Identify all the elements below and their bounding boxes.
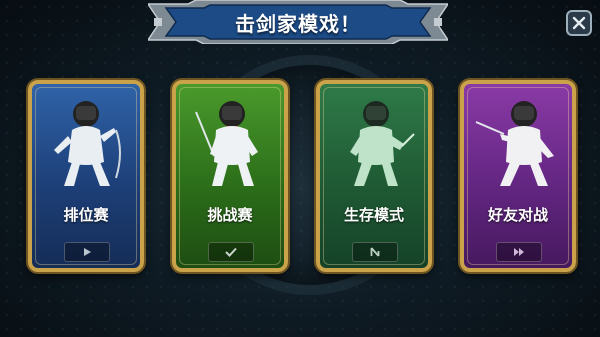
survival-icon — [370, 247, 380, 257]
check-icon — [225, 247, 237, 257]
mode-card-friend-battle[interactable]: 好友对战 — [460, 80, 576, 272]
close-icon — [572, 16, 586, 30]
mode-label: 生存模式 — [343, 207, 404, 224]
play-icon — [84, 248, 91, 256]
mode-card-ranked[interactable]: 排位赛 — [28, 80, 144, 272]
close-button[interactable] — [566, 10, 592, 36]
versus-icon — [514, 248, 524, 256]
fencer-illustration — [330, 92, 418, 192]
page-title: 击剑家模戏！ — [235, 14, 361, 36]
mode-label: 挑战赛 — [207, 207, 253, 224]
mode-start-button[interactable] — [496, 242, 542, 262]
mode-start-button[interactable] — [64, 242, 110, 262]
fencer-illustration — [186, 92, 274, 192]
mode-start-button[interactable] — [208, 242, 254, 262]
title-banner: 击剑家模戏！ — [148, 0, 448, 44]
mode-card-challenge[interactable]: 挑战赛 — [172, 80, 288, 272]
fencer-illustration — [42, 92, 130, 192]
fencer-illustration — [474, 92, 562, 192]
mode-label: 排位赛 — [63, 207, 109, 224]
mode-label: 好友对战 — [487, 207, 548, 224]
mode-card-survival[interactable]: 生存模式 — [316, 80, 432, 272]
mode-start-button[interactable] — [352, 242, 398, 262]
